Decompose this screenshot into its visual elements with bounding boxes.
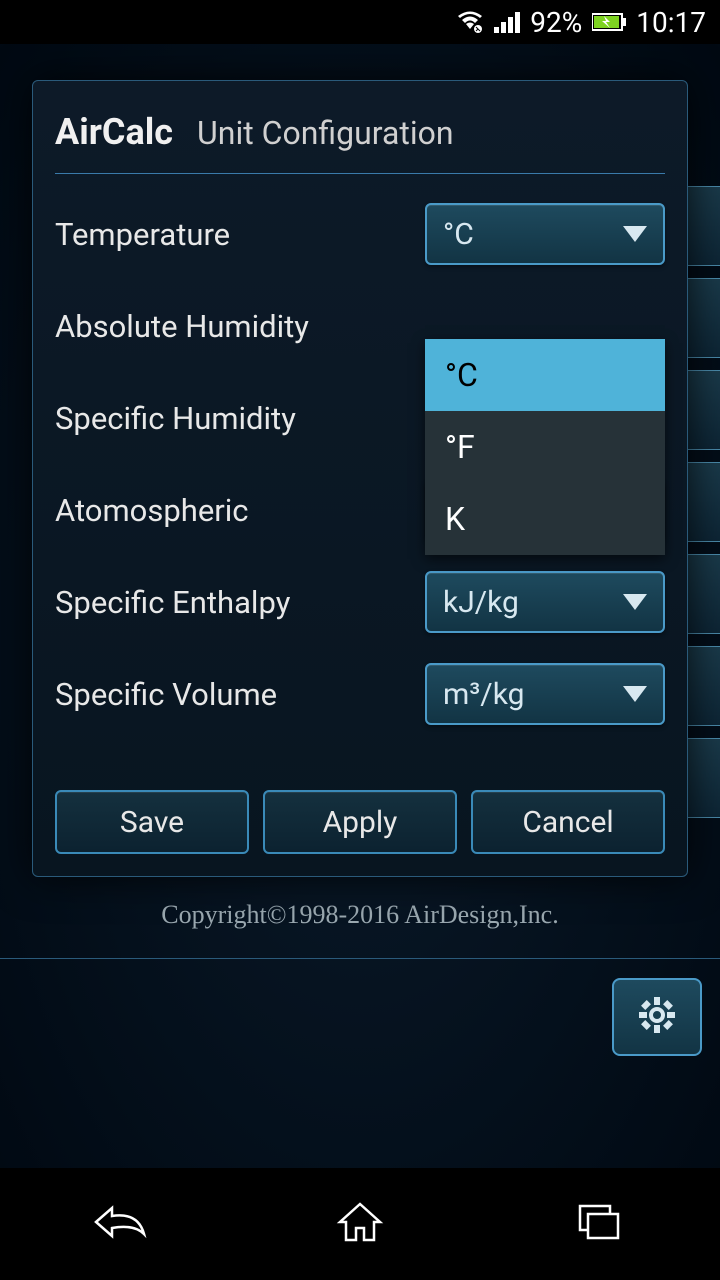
cancel-button[interactable]: Cancel [471,790,665,854]
label-specific-enthalpy: Specific Enthalpy [55,584,290,621]
chevron-down-icon [623,686,647,702]
apply-button[interactable]: Apply [263,790,457,854]
chevron-down-icon [623,226,647,242]
dialog-header: AirCalc Unit Configuration [55,111,665,174]
battery-percent: 92% [530,6,582,39]
row-specific-volume: Specific Volume m³/kg [55,648,665,740]
label-specific-volume: Specific Volume [55,676,277,713]
settings-button[interactable] [612,978,702,1056]
dropdown-option-celsius[interactable]: °C [425,339,665,411]
recent-apps-button[interactable] [540,1194,660,1254]
row-specific-enthalpy: Specific Enthalpy kJ/kg [55,556,665,648]
copyright-text: Copyright©1998-2016 AirDesign,Inc. [0,900,720,930]
back-icon [90,1202,150,1246]
select-specific-volume[interactable]: m³/kg [425,663,665,725]
status-bar: 92% 10:17 [0,0,720,44]
app-title: AirCalc [55,111,173,153]
gear-icon [635,993,679,1041]
select-temperature[interactable]: °C [425,203,665,265]
dialog-buttons: Save Apply Cancel [55,790,665,854]
label-specific-humidity: Specific Humidity [55,400,296,437]
temperature-dropdown-list: °C °F K [425,339,665,555]
divider [0,958,720,959]
label-atmospheric: Atomospheric [55,492,249,529]
row-temperature: Temperature °C [55,188,665,280]
home-icon [336,1200,384,1248]
battery-icon [592,12,626,32]
select-specific-enthalpy[interactable]: kJ/kg [425,571,665,633]
dropdown-option-fahrenheit[interactable]: °F [425,411,665,483]
dialog-title: Unit Configuration [197,114,454,152]
signal-icon [494,11,520,33]
save-button[interactable]: Save [55,790,249,854]
recent-apps-icon [576,1202,624,1246]
home-button[interactable] [300,1194,420,1254]
wifi-icon [456,11,484,33]
label-temperature: Temperature [55,216,230,253]
label-absolute-humidity: Absolute Humidity [55,308,309,345]
chevron-down-icon [623,594,647,610]
clock-time: 10:17 [636,6,706,39]
nav-bar [0,1168,720,1280]
dropdown-option-kelvin[interactable]: K [425,483,665,555]
back-button[interactable] [60,1194,180,1254]
unit-config-dialog: AirCalc Unit Configuration Temperature °… [32,80,688,877]
